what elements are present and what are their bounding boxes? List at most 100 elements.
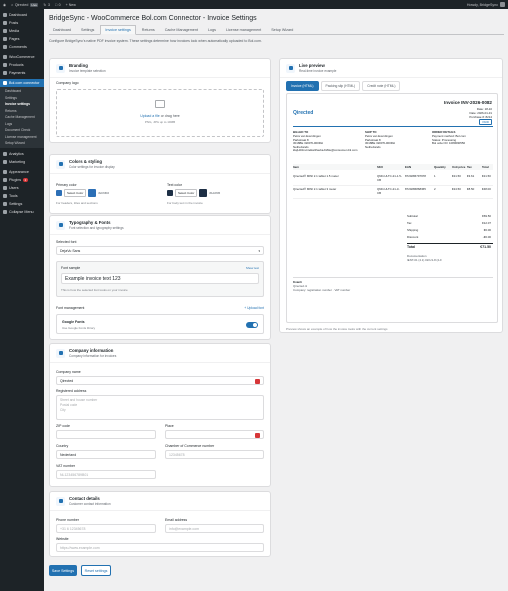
sidebar-item-label: Comments xyxy=(9,45,27,49)
totals-label: Tax xyxy=(407,221,412,225)
sidebar-item-pages[interactable]: Pages xyxy=(0,35,44,43)
items-col-header: Total xyxy=(482,165,489,169)
settings-icon xyxy=(3,201,7,206)
preview-tab-invoice-html[interactable]: Invoice (HTML) xyxy=(286,81,319,91)
item-cell: €8.50 xyxy=(467,187,475,191)
sidebar-item-bol-com-connector[interactable]: Bol.com connector xyxy=(0,79,44,87)
google-fonts-toggle[interactable] xyxy=(246,322,258,328)
tab-license-management[interactable]: License management xyxy=(222,25,265,34)
sidebar-item-appearance[interactable]: Appearance xyxy=(0,168,44,176)
tab-cache-management[interactable]: Cache Management xyxy=(161,25,202,34)
vat-input[interactable]: NL123456789B01 xyxy=(56,470,156,479)
primary-color-swatch[interactable] xyxy=(56,190,62,196)
sidebar-item-posts[interactable]: Posts xyxy=(0,19,44,27)
sidebar-item-analytics[interactable]: Analytics xyxy=(0,150,44,158)
woo-icon xyxy=(3,55,7,59)
palette-icon xyxy=(56,63,65,73)
company-name-label: Company name xyxy=(56,370,81,374)
company-name-value: Qirected xyxy=(60,378,74,383)
sidebar-item-label: Plugins xyxy=(9,177,22,182)
save-settings-button[interactable]: Save Settings xyxy=(49,565,77,576)
text-color-help: For body text in the invoice xyxy=(167,201,203,205)
tab-returns[interactable]: Returns xyxy=(138,25,159,34)
tab-logs[interactable]: Logs xyxy=(204,25,220,34)
google-fonts-row: Google Fonts Use Google Fonts library xyxy=(56,314,264,334)
submenu-item-setup-wizard[interactable]: Setup Wizard xyxy=(0,140,44,147)
place-input[interactable] xyxy=(165,430,264,439)
item-cell: €48.00 xyxy=(482,187,491,191)
eye-icon xyxy=(286,63,295,73)
sidebar-item-marketing[interactable]: Marketing xyxy=(0,158,44,166)
sidebar-item-collapse-menu[interactable]: Collapse Menu xyxy=(0,208,44,216)
sidebar-item-products[interactable]: Products xyxy=(0,61,44,69)
sidebar-item-label: Bol.com connector xyxy=(9,81,40,85)
place-label: Place xyxy=(165,424,174,428)
zip-input[interactable] xyxy=(56,430,156,439)
invoice-document: Invoice INV-2026-0082 Date: 18-10 Date: … xyxy=(286,93,498,323)
sidebar-item-woocommerce[interactable]: WooCommerce xyxy=(0,53,44,61)
google-fonts-subtitle: Use Google Fonts library xyxy=(62,326,96,330)
site-name-link[interactable]: ⌂ Qirected Live xyxy=(11,2,39,7)
collapse-icon xyxy=(3,209,7,214)
text-color-label: Text color xyxy=(167,183,182,187)
new-content-link[interactable]: + New xyxy=(66,3,76,7)
tab-settings[interactable]: Settings xyxy=(77,25,98,34)
brush-icon xyxy=(3,169,7,174)
logo-dropzone[interactable]: Upload a file or drag here PNG, JPG up t… xyxy=(56,89,264,137)
main-content: BridgeSync - WooCommerce Bol.com Connect… xyxy=(44,9,508,591)
company-card: Company information Company information f… xyxy=(49,343,271,487)
tab-dashboard[interactable]: Dashboard xyxy=(49,25,75,34)
tab-setup-wizard[interactable]: Setup Wizard xyxy=(267,25,297,34)
items-col-header: Tax xyxy=(467,165,472,169)
card-title: Colors & styling xyxy=(69,159,102,164)
tools-icon xyxy=(3,193,7,198)
show-text-link[interactable]: Show text xyxy=(246,266,259,270)
product-icon xyxy=(3,63,7,67)
email-input[interactable]: info@example.com xyxy=(165,524,264,533)
sidebar-item-label: Users xyxy=(9,185,19,190)
sidebar-item-payments[interactable]: Payments xyxy=(0,69,44,77)
sidebar-item-plugins[interactable]: Plugins 2 xyxy=(0,176,44,184)
updates-link[interactable]: ↻ 3 xyxy=(43,3,50,7)
footer-rule xyxy=(293,277,493,278)
card-title: Branding xyxy=(69,63,88,68)
upload-link[interactable]: Upload a file xyxy=(140,114,159,118)
country-select[interactable]: Nederland xyxy=(56,450,156,459)
company-name-input[interactable]: Qirected xyxy=(56,376,264,385)
email-label: Email address xyxy=(165,518,188,522)
sidebar-item-users[interactable]: Users xyxy=(0,184,44,192)
upload-font-link[interactable]: + Upload font xyxy=(244,306,264,310)
ship-to-block: Petra van Everdingen Parkstraat 8 3016BE 3… xyxy=(365,134,395,149)
sidebar-item-dashboard[interactable]: Dashboard xyxy=(0,11,44,19)
ship-line: Netherlands xyxy=(365,144,381,149)
phone-input[interactable]: +31 6 12345678 xyxy=(56,524,156,533)
reset-settings-button[interactable]: Reset settings xyxy=(81,565,111,576)
sidebar-item-media[interactable]: Media xyxy=(0,27,44,35)
primary-select-color-button[interactable]: Select Color xyxy=(64,189,87,197)
vat-label: VAT number xyxy=(56,464,76,468)
preview-tab-credit-note-html[interactable]: Credit note (HTML) xyxy=(362,81,401,91)
address-textarea[interactable]: Street and house number Postal code City xyxy=(56,395,264,420)
wp-logo-icon[interactable]: ◉ xyxy=(3,3,6,7)
sidebar-item-tools[interactable]: Tools xyxy=(0,192,44,200)
plugin-icon xyxy=(3,177,7,182)
website-input[interactable]: https://www.example.com xyxy=(56,543,264,552)
text-select-color-button[interactable]: Select Color xyxy=(175,189,198,197)
text-color-hex: #1d2f45 xyxy=(209,191,221,195)
sidebar-item-settings[interactable]: Settings xyxy=(0,200,44,208)
totals-label: Subtotal xyxy=(407,214,418,218)
plugins-update-badge: 2 xyxy=(23,177,28,182)
total-label: Total xyxy=(407,245,416,249)
dashboard-icon xyxy=(3,13,7,17)
preview-tab-packing-slip-html[interactable]: Packing slip (HTML) xyxy=(320,81,361,91)
comments-link[interactable]: □ 0 xyxy=(55,3,61,7)
sidebar-item-comments[interactable]: Comments xyxy=(0,43,44,51)
font-select[interactable]: DejaVu Sans ▾ xyxy=(56,246,264,255)
user-menu[interactable]: Howdy, BridgeSync xyxy=(467,2,505,7)
brush-icon xyxy=(56,159,65,169)
item-cell: 8720286797978 xyxy=(405,174,426,178)
card-subtitle: Color settings for invoice display xyxy=(69,165,115,169)
coc-input[interactable]: 12345678 xyxy=(165,450,264,459)
text-color-swatch[interactable] xyxy=(167,190,173,196)
tab-invoice-settings[interactable]: Invoice settings xyxy=(100,25,136,35)
